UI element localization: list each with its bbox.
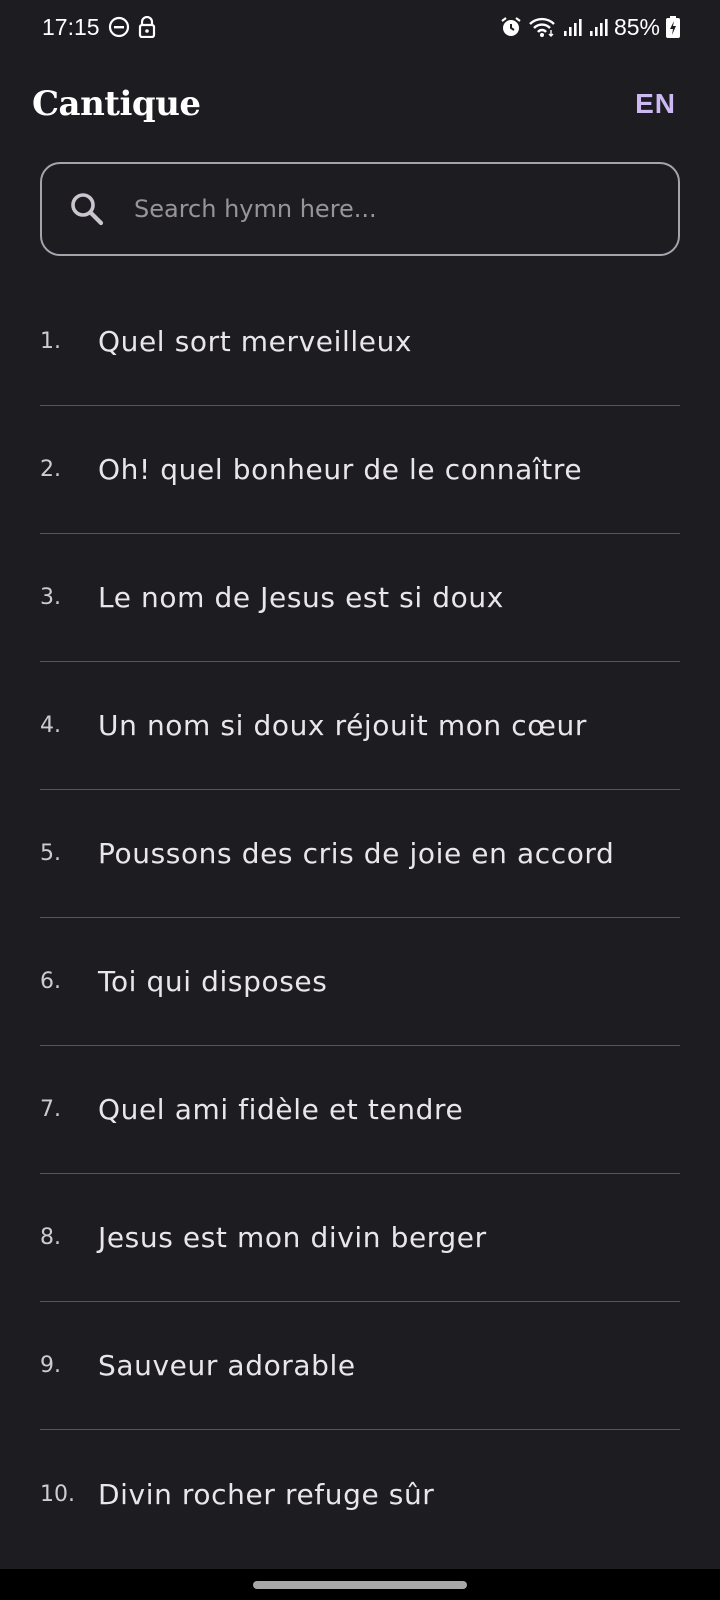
hymn-list-item[interactable]: 9. Sauveur adorable	[40, 1302, 680, 1430]
status-bar-right: 85%	[500, 14, 680, 41]
signal-icon	[588, 17, 608, 37]
hymn-title: Quel sort merveilleux	[98, 325, 413, 358]
signal-icon	[562, 17, 582, 37]
hymn-list-item[interactable]: 1. Quel sort merveilleux	[40, 278, 680, 406]
status-bar-left: 17:15	[42, 14, 156, 41]
lock-icon	[138, 16, 156, 38]
hymn-title: Divin rocher refuge sûr	[98, 1477, 435, 1511]
hymn-number: 10.	[40, 1481, 75, 1507]
app-bar: Cantique EN	[0, 72, 720, 136]
home-gesture-handle[interactable]	[253, 1580, 467, 1589]
do-not-disturb-icon	[108, 16, 130, 38]
hymn-number: 5.	[40, 841, 61, 866]
hymn-list-item[interactable]: 10. Divin rocher refuge sûr	[40, 1430, 680, 1558]
wifi-icon	[528, 16, 556, 38]
hymn-number: 9.	[40, 1353, 61, 1378]
language-toggle-button[interactable]: EN	[635, 88, 676, 120]
battery-percentage: 85%	[613, 13, 660, 40]
alarm-icon	[500, 16, 522, 38]
hymn-number: 3.	[40, 585, 61, 610]
hymn-list-item[interactable]: 2. Oh! quel bonheur de le connaître	[40, 406, 680, 534]
battery-charging-icon	[666, 16, 680, 38]
status-bar: 17:15 85%	[0, 0, 720, 54]
hymn-title: Sauveur adorable	[98, 1349, 356, 1382]
hymn-number: 1.	[40, 329, 61, 354]
hymn-title: Poussons des cris de joie en accord	[98, 837, 615, 870]
hymn-number: 4.	[40, 713, 61, 738]
hymn-number: 8.	[40, 1225, 61, 1250]
app-title: Cantique	[32, 84, 201, 124]
hymn-title: Un nom si doux réjouit mon cœur	[98, 709, 587, 742]
hymn-title: Quel ami fidèle et tendre	[98, 1093, 464, 1126]
hymn-title: Toi qui disposes	[98, 965, 328, 998]
hymn-title: Oh! quel bonheur de le connaître	[98, 453, 583, 486]
hymn-list-item[interactable]: 4. Un nom si doux réjouit mon cœur	[40, 662, 680, 790]
hymn-list-item[interactable]: 7. Quel ami fidèle et tendre	[40, 1046, 680, 1174]
hymn-number: 7.	[40, 1097, 61, 1122]
search-input[interactable]	[134, 195, 678, 223]
hymn-list-item[interactable]: 8. Jesus est mon divin berger	[40, 1174, 680, 1302]
status-time: 17:15	[42, 13, 100, 40]
hymn-list-item[interactable]: 3. Le nom de Jesus est si doux	[40, 534, 680, 662]
search-bar[interactable]	[40, 162, 680, 256]
hymn-title: Le nom de Jesus est si doux	[98, 581, 504, 614]
hymn-number: 6.	[40, 969, 61, 994]
search-icon	[68, 190, 106, 228]
hymn-title: Jesus est mon divin berger	[98, 1221, 487, 1254]
hymn-list: 1. Quel sort merveilleux 2. Oh! quel bon…	[40, 278, 680, 1558]
hymn-number: 2.	[40, 457, 61, 482]
hymn-list-item[interactable]: 6. Toi qui disposes	[40, 918, 680, 1046]
hymn-list-item[interactable]: 5. Poussons des cris de joie en accord	[40, 790, 680, 918]
system-navigation-bar	[0, 1569, 720, 1600]
